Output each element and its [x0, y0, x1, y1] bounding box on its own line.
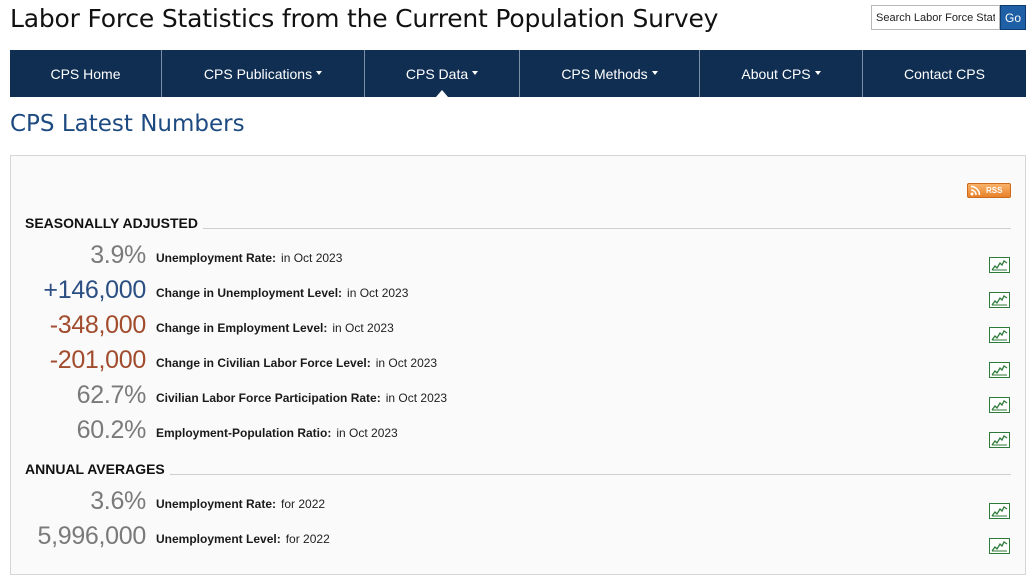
stat-period: in Oct 2023: [336, 426, 398, 440]
search-input[interactable]: [871, 5, 1000, 30]
stat-label-text: Unemployment Rate:: [156, 251, 277, 265]
stat-value: +146,000: [43, 276, 146, 304]
stat-label: Employment-Population Ratio: in Oct 2023: [156, 426, 398, 440]
nav-label: CPS Publications: [203, 65, 313, 82]
stat-row: 3.9% Unemployment Rate: in Oct 2023: [11, 239, 1027, 274]
nav-cps-publications[interactable]: CPS Publications: [162, 50, 365, 97]
nav-label: CPS Home: [50, 65, 121, 82]
stat-label: Change in Employment Level: in Oct 2023: [156, 321, 394, 335]
nav-label: Contact CPS: [904, 65, 985, 82]
line-chart-icon: [991, 506, 1008, 517]
nav-cps-methods[interactable]: CPS Methods: [520, 50, 700, 97]
rss-button[interactable]: RSS: [967, 183, 1011, 198]
caret-down-icon: [814, 70, 821, 75]
chart-button[interactable]: [989, 538, 1010, 554]
nav-cps-home[interactable]: CPS Home: [10, 50, 162, 97]
page-title: CPS Latest Numbers: [10, 111, 245, 137]
chart-button[interactable]: [989, 327, 1010, 343]
stat-label: Unemployment Rate: for 2022: [156, 497, 325, 511]
section-heading: SEASONALLY ADJUSTED: [25, 215, 1011, 231]
nav-label: CPS Data: [405, 65, 469, 82]
stat-label-text: Change in Civilian Labor Force Level:: [156, 356, 371, 370]
rss-feed-icon: [970, 185, 981, 196]
caret-down-icon: [472, 70, 479, 75]
stat-label-text: Unemployment Rate:: [156, 497, 277, 511]
active-pointer-icon: [436, 90, 448, 97]
section-heading: ANNUAL AVERAGES: [25, 461, 1011, 477]
stat-label: Unemployment Rate: in Oct 2023: [156, 251, 342, 265]
stat-row: 5,996,000 Unemployment Level: for 2022: [11, 520, 1027, 555]
stat-row: 3.6% Unemployment Rate: for 2022: [11, 485, 1027, 520]
section-title: SEASONALLY ADJUSTED: [25, 215, 198, 231]
caret-down-icon: [316, 70, 323, 75]
stat-row: +146,000 Change in Unemployment Level: in…: [11, 274, 1027, 309]
stat-period: in Oct 2023: [347, 286, 409, 300]
stat-period: in Oct 2023: [375, 356, 438, 370]
nav-contact-cps[interactable]: Contact CPS: [863, 50, 1026, 97]
rss-label: RSS: [986, 186, 1003, 195]
stat-value: 62.7%: [76, 381, 147, 409]
nav-label: CPS Methods: [561, 65, 648, 82]
stat-label-text: Change in Employment Level:: [156, 321, 328, 335]
stat-period: for 2022: [285, 532, 330, 546]
site-title: Labor Force Statistics from the Current …: [10, 4, 719, 33]
chart-button[interactable]: [989, 432, 1010, 448]
line-chart-icon: [991, 260, 1008, 271]
chart-button[interactable]: [989, 362, 1010, 378]
line-chart-icon: [991, 400, 1008, 411]
caret-down-icon: [651, 70, 658, 75]
search-go-button[interactable]: Go: [1000, 5, 1026, 30]
stat-label: Civilian Labor Force Participation Rate:…: [156, 391, 447, 405]
stat-period: for 2022: [281, 497, 326, 511]
stat-label-text: Civilian Labor Force Participation Rate:: [156, 391, 381, 405]
stat-label-text: Employment-Population Ratio:: [156, 426, 332, 440]
nav-cps-data[interactable]: CPS Data: [365, 50, 520, 97]
chart-button[interactable]: [989, 397, 1010, 413]
stat-value: 5,996,000: [37, 522, 146, 550]
stat-label: Unemployment Level: for 2022: [156, 532, 330, 546]
line-chart-icon: [991, 435, 1008, 446]
stat-period: in Oct 2023: [281, 251, 343, 265]
latest-numbers-panel: RSS SEASONALLY ADJUSTED 3.9% Unemploymen…: [10, 155, 1026, 575]
stat-row: -348,000 Change in Employment Level: in O…: [11, 309, 1027, 344]
chart-button[interactable]: [989, 292, 1010, 308]
stat-row: 60.2% Employment-Population Ratio: in Oct…: [11, 414, 1027, 449]
chart-button[interactable]: [989, 257, 1010, 273]
line-chart-icon: [991, 365, 1008, 376]
stat-value: 60.2%: [76, 416, 147, 444]
stat-value: -201,000: [49, 346, 147, 374]
stat-period: in Oct 2023: [385, 391, 448, 405]
search-form: Go: [871, 5, 1026, 30]
stat-label: Change in Unemployment Level: in Oct 2023: [156, 286, 408, 300]
line-chart-icon: [991, 295, 1008, 306]
nav-about-cps[interactable]: About CPS: [700, 50, 863, 97]
line-chart-icon: [991, 541, 1008, 552]
nav-label: About CPS: [741, 65, 811, 82]
main-nav: CPS Home CPS Publications CPS Data CPS M…: [10, 50, 1026, 97]
section-divider: [202, 227, 1011, 229]
line-chart-icon: [991, 330, 1008, 341]
stat-period: in Oct 2023: [332, 321, 394, 335]
stat-label-text: Change in Unemployment Level:: [156, 286, 343, 300]
stat-row: -201,000 Change in Civilian Labor Force …: [11, 344, 1027, 379]
section-title: ANNUAL AVERAGES: [25, 461, 165, 477]
section-divider: [169, 473, 1011, 475]
chart-button[interactable]: [989, 503, 1010, 519]
stat-label: Change in Civilian Labor Force Level: in …: [156, 356, 437, 370]
stat-value: -348,000: [49, 311, 147, 339]
stat-value: 3.9%: [90, 241, 146, 269]
stat-label-text: Unemployment Level:: [156, 532, 281, 546]
stat-row: 62.7% Civilian Labor Force Participation…: [11, 379, 1027, 414]
stat-value: 3.6%: [90, 487, 146, 515]
